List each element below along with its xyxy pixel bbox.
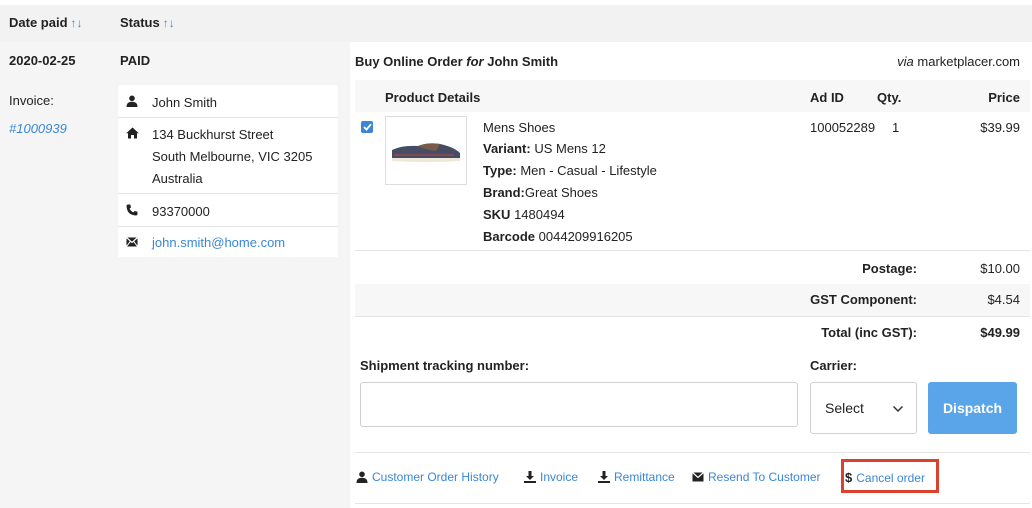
chevron-down-icon (892, 405, 904, 413)
date-paid-value: 2020-02-25 (9, 53, 76, 68)
order-via: via marketplacer.com (897, 54, 1020, 69)
cancel-order-link[interactable]: $ Cancel order (845, 470, 925, 485)
via-site: marketplacer.com (917, 54, 1020, 69)
phone-icon (125, 203, 139, 217)
order-title: Buy Online Order for John Smith (355, 54, 558, 69)
customer-name: John Smith (152, 95, 218, 110)
customer-email-link[interactable]: john.smith@home.com (152, 235, 285, 250)
cancel-order-label: Cancel order (856, 470, 925, 485)
user-icon (356, 471, 368, 483)
variant-value: US Mens 12 (534, 141, 606, 156)
resend-to-customer-label: Resend To Customer (708, 470, 821, 484)
product-thumbnail[interactable] (385, 116, 467, 185)
invoice-label: Invoice: (9, 93, 54, 108)
total-row (355, 316, 1030, 344)
type-value: Men - Casual - Lifestyle (520, 163, 657, 178)
download-icon (598, 471, 610, 483)
total-value: $49.99 (980, 325, 1020, 340)
sort-arrows-icon[interactable]: ↑↓ (71, 16, 83, 30)
order-title-name: John Smith (487, 54, 559, 69)
sku-value: 1480494 (514, 207, 565, 222)
column-qty: Qty. (877, 90, 902, 105)
item-qty: 1 (892, 120, 900, 135)
divider (118, 117, 338, 118)
carrier-selected-value: Select (825, 400, 864, 416)
brand-value: Great Shoes (524, 185, 598, 200)
product-name: Mens Shoes (483, 120, 556, 135)
header-status-label: Status (120, 15, 160, 30)
product-variant: Variant: US Mens 12 (483, 141, 606, 156)
carrier-label: Carrier: (810, 358, 857, 373)
order-title-for: for (466, 54, 484, 69)
dollar-icon: $ (845, 470, 853, 485)
sort-arrows-icon[interactable]: ↑↓ (163, 16, 175, 30)
brand-label: Brand: (483, 185, 525, 200)
product-sku: SKU 1480494 (483, 207, 565, 222)
column-price: Price (988, 90, 1020, 105)
divider (118, 193, 338, 194)
column-product-details: Product Details (385, 90, 481, 105)
divider (355, 503, 1030, 504)
customer-order-history-link[interactable]: Customer Order History (356, 470, 499, 484)
divider (355, 452, 1030, 453)
product-type: Type: Men - Casual - Lifestyle (483, 163, 657, 178)
item-checkbox[interactable] (361, 121, 373, 133)
gst-value: $4.54 (987, 292, 1020, 307)
item-price: $39.99 (980, 120, 1020, 135)
sku-label: SKU (483, 207, 511, 222)
product-barcode: Barcode 0044209916205 (483, 229, 633, 244)
variant-label: Variant: (483, 141, 531, 156)
checkmark-icon (362, 123, 372, 131)
gst-label: GST Component: (810, 292, 917, 307)
address-line-2: South Melbourne, VIC 3205 (152, 149, 313, 164)
postage-value: $10.00 (980, 261, 1020, 276)
home-icon (125, 126, 139, 140)
invoice-action-link[interactable]: Invoice (524, 470, 578, 484)
postage-row (355, 250, 1030, 284)
tracking-label: Shipment tracking number: (360, 358, 530, 373)
user-icon (125, 94, 139, 108)
invoice-link[interactable]: #1000939 (9, 121, 67, 136)
download-icon (524, 471, 536, 483)
envelope-icon (692, 472, 704, 482)
customer-order-history-label: Customer Order History (372, 470, 499, 484)
dispatch-button[interactable]: Dispatch (928, 382, 1017, 434)
barcode-value: 0044209916205 (538, 229, 633, 244)
address-line-3: Australia (152, 171, 203, 186)
carrier-select[interactable]: Select (810, 382, 917, 434)
customer-card (118, 85, 338, 257)
order-title-prefix: Buy Online Order (355, 54, 463, 69)
envelope-icon (125, 235, 139, 249)
product-brand: Brand:Great Shoes (483, 185, 598, 200)
status-badge: PAID (120, 53, 151, 68)
shoe-icon (392, 142, 460, 162)
column-ad-id: Ad ID (810, 90, 844, 105)
type-label: Type: (483, 163, 517, 178)
item-ad-id: 100052289 (810, 120, 876, 135)
remittance-label: Remittance (614, 470, 675, 484)
tracking-number-input[interactable] (360, 382, 798, 427)
divider (118, 226, 338, 227)
header-status[interactable]: Status ↑↓ (120, 15, 175, 30)
total-label: Total (inc GST): (821, 325, 917, 340)
customer-phone: 93370000 (152, 204, 210, 219)
postage-label: Postage: (862, 261, 917, 276)
resend-to-customer-link[interactable]: Resend To Customer (692, 470, 821, 484)
barcode-label: Barcode (483, 229, 536, 244)
invoice-action-label: Invoice (540, 470, 579, 484)
via-label: via (897, 54, 914, 69)
remittance-link[interactable]: Remittance (598, 470, 675, 484)
header-date-paid-label: Date paid (9, 15, 68, 30)
address-line-1: 134 Buckhurst Street (152, 127, 274, 142)
header-date-paid[interactable]: Date paid ↑↓ (9, 15, 83, 30)
